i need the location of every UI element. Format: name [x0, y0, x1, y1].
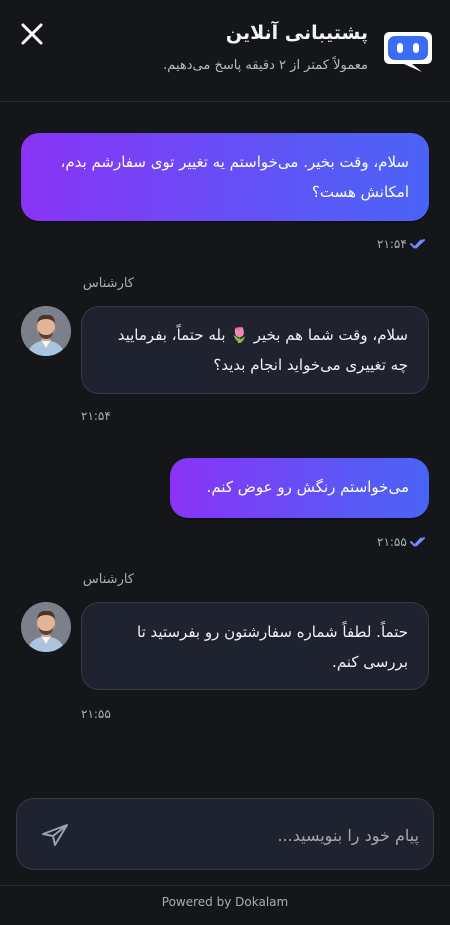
message-text: می‌خواستم رنگش رو عوض کنم.	[206, 478, 409, 496]
user-message: سلام، وقت بخیر. می‌خواستم یه تغییر توی س…	[21, 133, 429, 221]
chat-header: پشتیبانی آنلاین معمولاً کمتر از ۲ دقیقه …	[0, 0, 450, 102]
powered-by: Powered by Dokalam	[161, 895, 289, 909]
chat-title: پشتیبانی آنلاین	[225, 22, 368, 44]
message-text: حتماً. لطفاً شماره سفارشتون رو بفرستید ت…	[137, 623, 408, 671]
agent-message: حتماً. لطفاً شماره سفارشتون رو بفرستید ت…	[81, 602, 429, 690]
agent-message: سلام، وقت شما هم بخیر 🌷 بله حتماً، بفرما…	[81, 306, 429, 394]
message-input[interactable]	[87, 817, 421, 853]
double-check-icon	[410, 239, 425, 249]
avatar	[21, 602, 71, 652]
message-time: ۲۱:۵۴	[81, 409, 111, 423]
send-icon[interactable]	[41, 823, 69, 847]
message-time: ۲۱:۵۴	[377, 237, 407, 251]
message-composer	[16, 798, 434, 870]
sender-name: کارشناس	[82, 572, 134, 587]
sender-name: کارشناس	[82, 276, 134, 291]
message-text: سلام، وقت بخیر. می‌خواستم یه تغییر توی س…	[60, 153, 410, 201]
user-message: می‌خواستم رنگش رو عوض کنم.	[170, 458, 429, 518]
chat-subtitle: معمولاً کمتر از ۲ دقیقه پاسخ می‌دهیم.	[163, 58, 368, 73]
message-time: ۲۱:۵۵	[377, 535, 407, 549]
double-check-icon	[410, 537, 425, 547]
message-time: ۲۱:۵۵	[81, 707, 111, 721]
close-icon[interactable]	[18, 20, 46, 48]
message-text: سلام، وقت شما هم بخیر 🌷 بله حتماً، بفرما…	[117, 326, 408, 374]
chat-bot-icon	[384, 32, 432, 72]
avatar	[21, 306, 71, 356]
footer-divider	[0, 885, 450, 886]
